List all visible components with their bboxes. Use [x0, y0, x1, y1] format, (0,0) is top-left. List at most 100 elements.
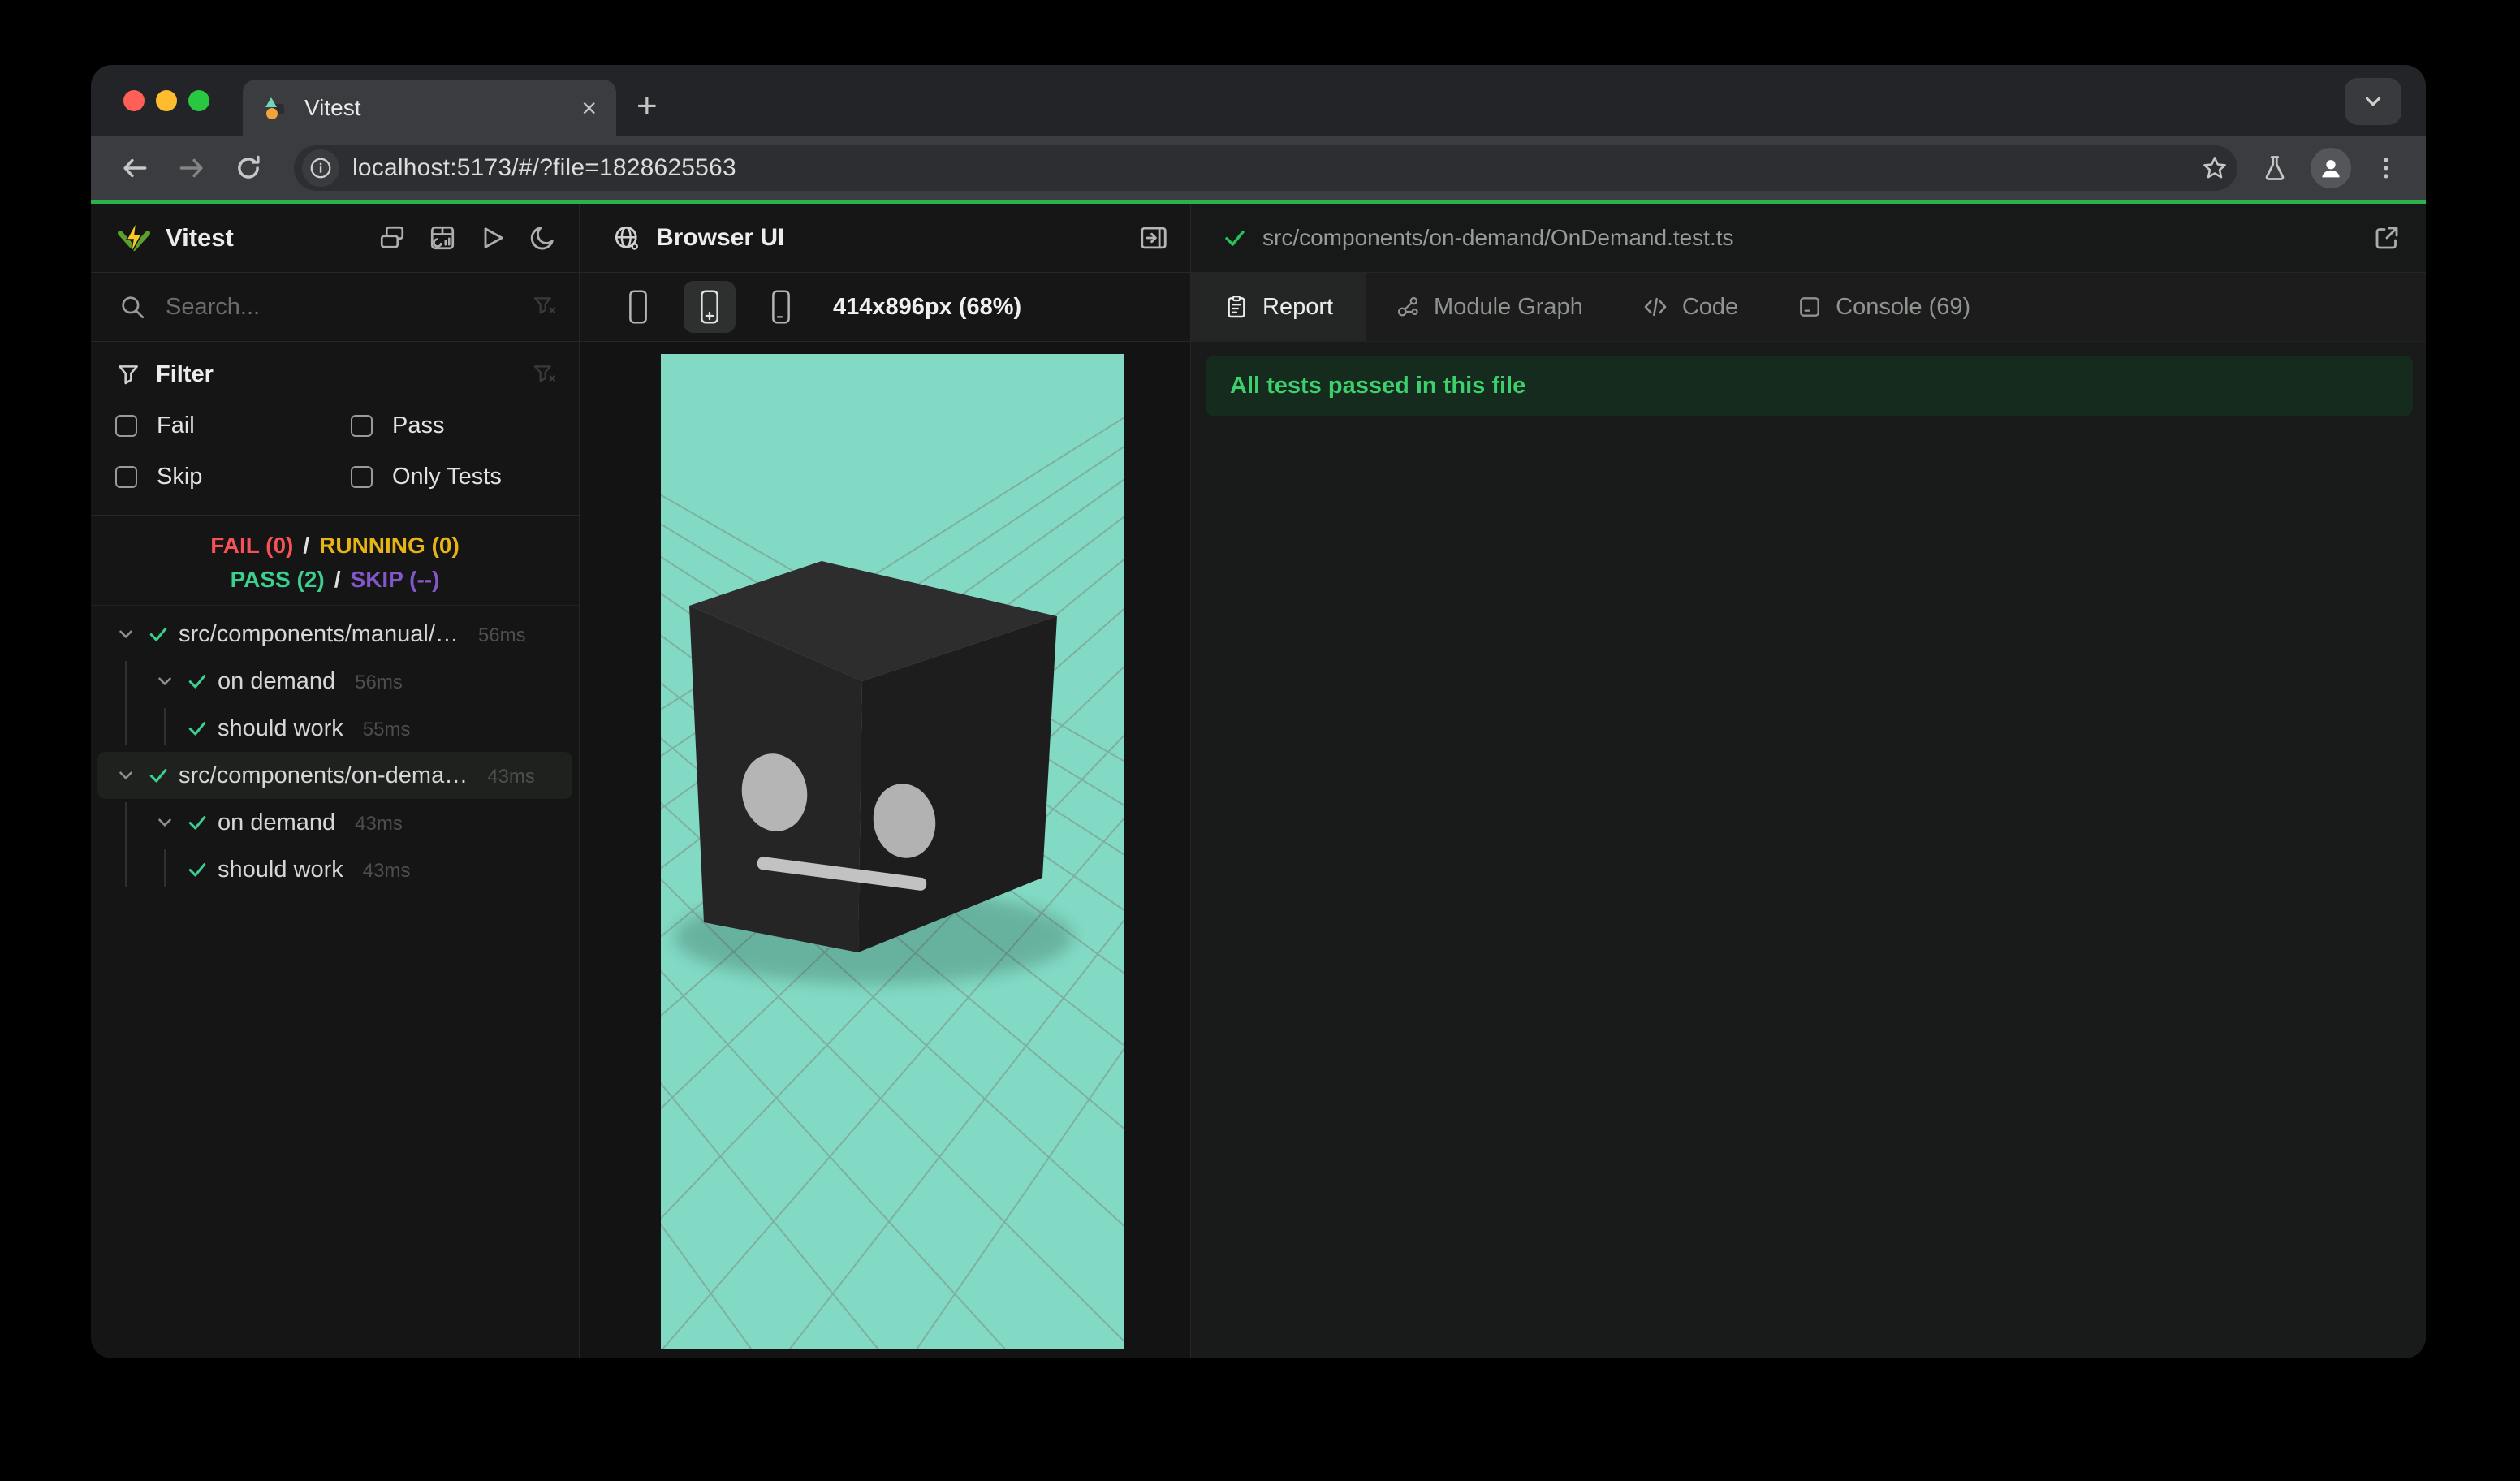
- running-count: RUNNING (0): [319, 533, 460, 558]
- device-phone-plus-button[interactable]: [684, 281, 736, 333]
- tree-suite-row[interactable]: on demand 56ms: [91, 658, 579, 705]
- results-pane: src/components/on-demand/OnDemand.test.t…: [1191, 204, 2426, 1358]
- tab-search-button[interactable]: [2345, 78, 2401, 125]
- robot-cube: [689, 561, 1057, 952]
- report-content: All tests passed in this file: [1191, 342, 2426, 1358]
- duration: 55ms: [362, 719, 411, 740]
- device-toolbar: 414x896px (68%): [580, 273, 1190, 342]
- test-summary: FAIL (0) / RUNNING (0) PASS (2) / SKIP (…: [91, 516, 580, 606]
- viewport-size-label: 414x896px (68%): [833, 293, 1022, 320]
- pass-count: PASS (2): [230, 567, 325, 592]
- preview-body: [580, 342, 1190, 1358]
- tab-title: Vitest: [304, 95, 361, 120]
- duration: 43ms: [362, 860, 411, 882]
- pass-check-icon: [188, 863, 206, 877]
- duration: 43ms: [487, 766, 535, 788]
- report-clipboard-icon: [1228, 296, 1245, 318]
- app-title: Vitest: [166, 223, 234, 252]
- duration: 56ms: [355, 671, 403, 693]
- open-external-icon[interactable]: [2372, 223, 2401, 253]
- profile-avatar[interactable]: [2311, 148, 2351, 188]
- preview-title: Browser UI: [656, 224, 785, 251]
- test-tree: src/components/manual/… 56ms on demand 5…: [91, 606, 579, 893]
- browser-tab-vitest[interactable]: Vitest ×: [243, 80, 616, 136]
- module-graph-icon: [1397, 296, 1418, 317]
- tab-code[interactable]: Code: [1612, 273, 1767, 341]
- globe-icon: [615, 226, 638, 250]
- experiments-flask-icon[interactable]: [2260, 153, 2289, 183]
- code-icon: [1644, 297, 1667, 317]
- search-icon: [122, 296, 145, 319]
- dashboard-report-icon[interactable]: [428, 223, 457, 253]
- chevron-down-icon: [2365, 97, 2381, 107]
- close-window-button[interactable]: [123, 90, 145, 111]
- bookmark-star-icon[interactable]: [2200, 153, 2229, 183]
- minimize-window-button[interactable]: [156, 90, 177, 111]
- tree-file-row-selected[interactable]: src/components/on-dema… 43ms: [97, 752, 572, 799]
- browser-menu-icon[interactable]: [2372, 154, 2400, 182]
- browser-preview-pane: Browser UI 414x896px (68%): [579, 204, 1191, 1358]
- tab-console[interactable]: Console (69): [1767, 273, 2000, 341]
- test-file-path: src/components/on-demand/OnDemand.test.t…: [1262, 225, 1734, 250]
- chevron-down-icon[interactable]: [154, 812, 175, 833]
- filter-checkbox-only-tests[interactable]: Only Tests: [351, 464, 558, 490]
- vitest-favicon: [262, 94, 290, 122]
- window-controls: [123, 90, 209, 111]
- search-bar: [91, 273, 579, 342]
- new-tab-button[interactable]: +: [636, 86, 658, 127]
- filter-title: Filter: [156, 361, 214, 387]
- collapse-panels-icon[interactable]: [378, 223, 407, 253]
- fail-count: FAIL (0): [210, 533, 294, 558]
- results-tabs: Report Module Graph Code Console (69): [1191, 273, 2426, 342]
- back-button[interactable]: [112, 145, 158, 191]
- checkbox[interactable]: [351, 415, 373, 437]
- site-info-button[interactable]: [302, 149, 339, 187]
- info-icon: [310, 158, 331, 179]
- pass-check-icon: [188, 816, 206, 830]
- tree-suite-row[interactable]: on demand 43ms: [91, 799, 579, 846]
- clear-search-filter-icon[interactable]: [532, 294, 558, 320]
- test-viewport[interactable]: [661, 354, 1124, 1349]
- preview-header: Browser UI: [580, 204, 1190, 273]
- tab-report[interactable]: Report: [1191, 273, 1366, 341]
- person-icon: [2322, 160, 2340, 178]
- chevron-down-icon[interactable]: [154, 671, 175, 692]
- threejs-scene: [661, 417, 1124, 1349]
- checkbox[interactable]: [115, 466, 137, 488]
- run-all-icon[interactable]: [478, 223, 507, 253]
- device-phone-minus-button[interactable]: [755, 281, 807, 333]
- sidebar: Vitest Search... Filter Fail Pass Skip O…: [91, 204, 580, 1358]
- tab-module-graph[interactable]: Module Graph: [1366, 273, 1612, 341]
- dark-mode-moon-icon[interactable]: [529, 223, 558, 253]
- pass-check-icon: [188, 722, 206, 736]
- pass-check-icon: [149, 628, 167, 641]
- reload-button[interactable]: [226, 145, 271, 191]
- filter-checkbox-skip[interactable]: Skip: [115, 464, 351, 490]
- browser-window: Vitest × + localhost:5173/#/?file=182862…: [91, 65, 2426, 1358]
- forward-button[interactable]: [169, 145, 214, 191]
- filter-checkbox-fail[interactable]: Fail: [115, 412, 351, 439]
- sidebar-header: Vitest: [91, 204, 579, 273]
- pass-check-icon: [188, 675, 206, 689]
- checkbox[interactable]: [115, 415, 137, 437]
- dock-panel-right-icon[interactable]: [1138, 222, 1169, 253]
- pass-check-icon: [1225, 230, 1245, 246]
- clear-filter-icon[interactable]: [532, 362, 558, 388]
- maximize-window-button[interactable]: [188, 90, 209, 111]
- chevron-down-icon[interactable]: [115, 624, 136, 645]
- toolbar-actions: [2260, 148, 2405, 188]
- search-input[interactable]: [164, 292, 514, 322]
- all-tests-passed-banner: All tests passed in this file: [1206, 356, 2413, 416]
- filter-funnel-icon: [119, 365, 138, 384]
- chevron-down-icon[interactable]: [115, 765, 136, 786]
- close-tab-icon[interactable]: ×: [581, 95, 597, 121]
- tree-file-row[interactable]: src/components/manual/… 56ms: [91, 611, 579, 658]
- filter-checkbox-pass[interactable]: Pass: [351, 412, 558, 439]
- address-bar[interactable]: localhost:5173/#/?file=1828625563: [294, 145, 2237, 191]
- duration: 56ms: [477, 624, 526, 646]
- vitest-app: Vitest Search... Filter Fail Pass Skip O…: [91, 200, 2426, 1358]
- checkbox[interactable]: [351, 466, 373, 488]
- filter-options: Fail Pass Skip Only Tests: [115, 412, 558, 490]
- skip-count: SKIP (--): [350, 567, 440, 592]
- device-phone-small-button[interactable]: [612, 281, 664, 333]
